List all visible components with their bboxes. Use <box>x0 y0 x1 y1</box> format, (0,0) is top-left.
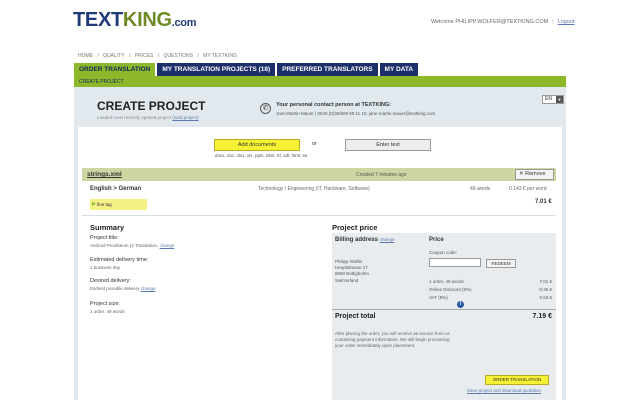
change-delivery-link[interactable]: change <box>141 286 156 291</box>
subject-domain: Technology / Engineering (IT, Hardware, … <box>258 186 370 192</box>
coupon-input[interactable] <box>429 258 481 267</box>
project-title-value: Android Prootkeum (4 Translation, change <box>90 243 174 248</box>
project-panel: Add documents or Enter text docx, doc, x… <box>78 127 562 400</box>
remove-file-button[interactable]: ✕ Remove <box>515 169 554 180</box>
subtitle-text: Loaded most recently opened project <box>97 115 172 120</box>
coupon-label: Coupon code: <box>429 250 458 255</box>
tab-order-translation[interactable]: ORDER TRANSLATION <box>74 63 156 76</box>
discount-line-amount: -0.35 € <box>537 287 552 292</box>
project-price-title: Project price <box>332 223 378 232</box>
remove-label: Remove <box>525 171 546 177</box>
language-value: EN <box>545 96 552 102</box>
price-box: Billing address change Price Philipp Wol… <box>332 233 556 400</box>
order-translation-button[interactable]: ORDER TRANSLATION <box>485 375 549 385</box>
breadcrumb-separator: / <box>128 53 131 59</box>
breadcrumb-prices[interactable]: PRICES <box>135 53 154 59</box>
contact-title: Your personal contact person at TEXTKING… <box>276 102 392 108</box>
summary-title: Summary <box>90 223 125 232</box>
project-title-text: Android Prootkeum (4 Translation, <box>90 243 159 248</box>
payment-disclaimer: After placing the order, you will receiv… <box>335 331 450 348</box>
breadcrumb-my-textking[interactable]: MY TEXTKING <box>203 53 237 59</box>
breadcrumb-separator: / <box>157 53 160 59</box>
vat-line-label: VAT (8%) <box>429 295 448 300</box>
project-size-value: 1 order, 49 words <box>90 309 125 314</box>
phone-icon: ✆ <box>260 103 271 114</box>
save-project-link[interactable]: Save project and download quotation <box>467 388 541 393</box>
delivery-time-value: 1 business day <box>90 265 121 270</box>
main-content: CREATE PROJECT Loaded most recently open… <box>74 87 566 400</box>
contact-detail: Jann-Martin Mauer | 0049 (0)30/609 69 11… <box>276 111 436 116</box>
supported-formats: docx, doc, xlsx, xls, pptx, idml, rtf, s… <box>215 153 308 158</box>
project-title-label: Project title: <box>90 235 119 241</box>
billing-address: Philipp Wolfer Heuptstrasse 17 8590 Bott… <box>335 259 369 284</box>
desired-delivery-value: Earliest possible delivery change <box>90 286 156 291</box>
tab-preferred-translators[interactable]: PREFERRED TRANSLATORS <box>277 63 378 76</box>
billing-address-label: Billing address change <box>335 237 394 243</box>
discount-line-label: Online Discount (5%) <box>429 287 472 292</box>
word-count: 49 words <box>470 186 491 192</box>
billing-label-text: Billing address <box>335 237 379 243</box>
fine-tag-label: fine tag <box>97 202 112 207</box>
change-title-link[interactable]: change <box>160 243 175 248</box>
change-billing-link[interactable]: change <box>380 237 395 242</box>
file-price: 7.01 € <box>535 199 552 205</box>
page-title: CREATE PROJECT <box>97 99 206 113</box>
redeem-button[interactable]: REDEEM <box>486 259 516 268</box>
header: TEXTKING.com Welcome PHILIPP.WOLFER@TEXT… <box>0 0 640 44</box>
desired-delivery-label: Desired delivery: <box>90 278 131 284</box>
add-documents-button[interactable]: Add documents <box>214 139 300 151</box>
delivery-time-label: Estimated delivery time: <box>90 257 149 263</box>
file-created-time: Created 7 minutes ago <box>356 172 407 178</box>
load-project-link[interactable]: (load project) <box>172 115 198 120</box>
breadcrumb-separator: / <box>97 53 99 59</box>
address-line: Switzerland <box>335 277 359 283</box>
project-total-label: Project total <box>335 313 376 320</box>
chevron-down-icon: ▼ <box>556 96 563 103</box>
breadcrumb-home[interactable]: HOME <box>78 53 93 59</box>
price-line-label: 1 order, 49 words <box>429 279 464 284</box>
project-size-label: Project size: <box>90 301 120 307</box>
breadcrumb: HOME / QUALITY / PRICES / QUESTIONS / MY… <box>78 53 240 59</box>
price-line-amount: 7.01 € <box>539 279 552 284</box>
subnav-bar: CREATE PROJECT <box>74 76 566 87</box>
subnav-create-project[interactable]: CREATE PROJECT <box>79 79 124 85</box>
or-label: or <box>312 141 317 147</box>
page-subtitle: Loaded most recently opened project (loa… <box>97 115 199 120</box>
header-separator: | <box>552 19 554 25</box>
tab-my-translation-projects[interactable]: MY TRANSLATION PROJECTS (18) <box>157 63 276 76</box>
logout-link[interactable]: Logout <box>558 19 575 25</box>
fine-tag-toggle[interactable]: ▶ fine tag <box>90 199 147 210</box>
address-line: 8590 Bottighofen <box>335 271 370 277</box>
logo-king: KING <box>122 9 172 31</box>
total-divider <box>332 309 556 310</box>
file-row-header: strings.xml Created 7 minutes ago ✕ Remo… <box>82 168 556 181</box>
textking-logo[interactable]: TEXTKING.com <box>73 9 197 32</box>
language-select[interactable]: EN ▼ <box>542 95 564 104</box>
project-total-amount: 7.19 € <box>532 313 552 320</box>
welcome-area: Welcome PHILIPP.WOLFER@TEXTKING.COM | Logo… <box>431 19 575 25</box>
section-divider <box>82 215 556 216</box>
main-tabs: ORDER TRANSLATION MY TRANSLATION PROJECT… <box>74 63 420 76</box>
breadcrumb-questions[interactable]: QUESTIONS <box>164 53 193 59</box>
price-label: Price <box>429 237 444 243</box>
breadcrumb-quality[interactable]: QUALITY <box>103 53 124 59</box>
logo-com: .com <box>171 17 197 29</box>
desired-delivery-text: Earliest possible delivery <box>90 286 140 291</box>
vat-line-amount: 0.53 € <box>539 295 552 300</box>
enter-text-button[interactable]: Enter text <box>345 139 431 151</box>
tab-my-data[interactable]: MY DATA <box>379 63 419 76</box>
welcome-text: Welcome PHILIPP.WOLFER@TEXTKING.COM <box>431 19 549 25</box>
info-icon[interactable]: i <box>457 301 464 308</box>
logo-text: TEXT <box>73 9 123 31</box>
breadcrumb-separator: / <box>197 53 199 59</box>
arrow-right-icon: ▶ <box>92 201 96 207</box>
file-name-link[interactable]: strings.xml <box>87 171 122 178</box>
language-pair: English > German <box>90 186 142 192</box>
word-rate: 0.143 € per word <box>509 186 547 192</box>
